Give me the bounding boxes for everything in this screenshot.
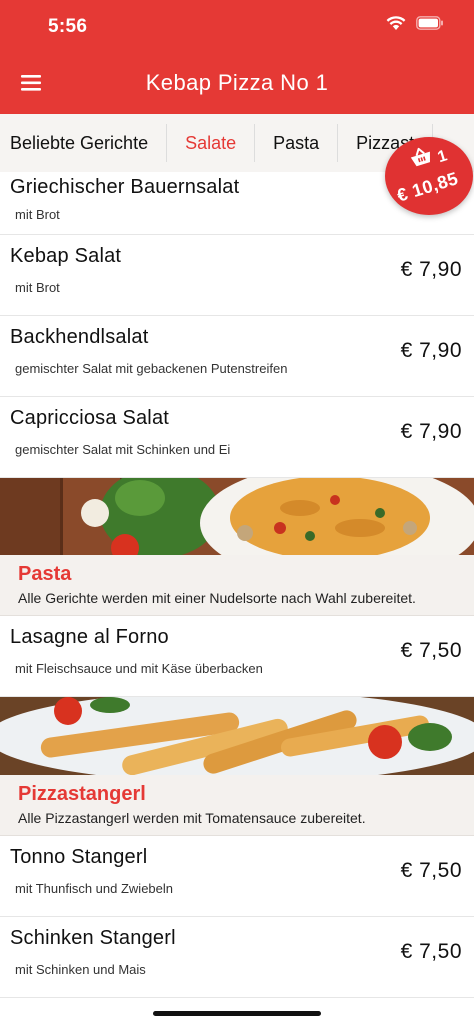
tab-pasta[interactable]: Pasta <box>255 124 339 162</box>
section-header-pizzastangerl: Pizzastangerl Alle Pizzastangerl werden … <box>0 775 474 836</box>
menu-item[interactable]: Kebap Salat mit Brot € 7,90 <box>0 235 474 316</box>
cart-basket-icon <box>407 143 437 174</box>
item-price: € 7,90 <box>400 258 462 281</box>
pasta-banner-image <box>0 478 474 555</box>
status-time: 5:56 <box>48 16 88 37</box>
item-description: mit Brot <box>15 207 60 222</box>
item-price: € 7,90 <box>400 339 462 362</box>
item-price: € 7,50 <box>400 859 462 882</box>
tab-salate[interactable]: Salate <box>167 124 256 162</box>
status-icons <box>386 15 444 31</box>
cart-total: € 10,85 <box>394 168 461 206</box>
cart-button[interactable]: 1 € 10,85 <box>385 137 473 215</box>
item-price: € 7,50 <box>400 940 462 963</box>
menu-item[interactable]: Capricciosa Salat gemischter Salat mit S… <box>0 397 474 478</box>
item-description: gemischter Salat mit Schinken und Ei <box>15 442 231 457</box>
battery-icon <box>416 16 444 30</box>
item-name: Lasagne al Forno <box>10 626 169 648</box>
app-bar: 5:56 Kebap Pizza No 1 <box>0 0 474 114</box>
item-name: Griechischer Bauernsalat <box>10 176 240 198</box>
item-name: Capricciosa Salat <box>10 407 170 429</box>
menu-list: Griechischer Bauernsalat mit Brot Kebap … <box>0 172 474 998</box>
item-description: mit Thunfisch und Zwiebeln <box>15 881 174 896</box>
section-description: Alle Gerichte werden mit einer Nudelsort… <box>18 590 416 606</box>
section-title: Pasta <box>18 563 72 585</box>
section-header-pasta: Pasta Alle Gerichte werden mit einer Nud… <box>0 555 474 616</box>
wifi-icon <box>386 15 406 31</box>
section-description: Alle Pizzastangerl werden mit Tomatensau… <box>18 810 366 826</box>
item-price: € 7,90 <box>400 420 462 443</box>
item-description: gemischter Salat mit gebackenen Putenstr… <box>15 361 288 376</box>
section-title: Pizzastangerl <box>18 783 146 805</box>
item-price: € 7,50 <box>400 639 462 662</box>
menu-item[interactable]: Tonno Stangerl mit Thunfisch und Zwiebel… <box>0 836 474 917</box>
menu-item[interactable]: Schinken Stangerl mit Schinken und Mais … <box>0 917 474 998</box>
item-description: mit Schinken und Mais <box>15 962 146 977</box>
stangerl-banner-image <box>0 697 474 775</box>
item-name: Tonno Stangerl <box>10 846 148 868</box>
page-title: Kebap Pizza No 1 <box>145 70 329 95</box>
item-description: mit Fleischsauce und mit Käse überbacken <box>15 661 263 676</box>
item-description: mit Brot <box>15 280 60 295</box>
item-name: Kebap Salat <box>10 245 122 267</box>
cart-count: 1 <box>435 147 450 167</box>
tab-beliebte-gerichte[interactable]: Beliebte Gerichte <box>0 124 168 162</box>
item-name: Backhendlsalat <box>10 326 149 348</box>
item-name: Schinken Stangerl <box>10 927 176 949</box>
menu-item[interactable]: Backhendlsalat gemischter Salat mit geba… <box>0 316 474 397</box>
menu-item[interactable]: Lasagne al Forno mit Fleischsauce und mi… <box>0 616 474 697</box>
home-indicator[interactable] <box>153 1011 321 1016</box>
